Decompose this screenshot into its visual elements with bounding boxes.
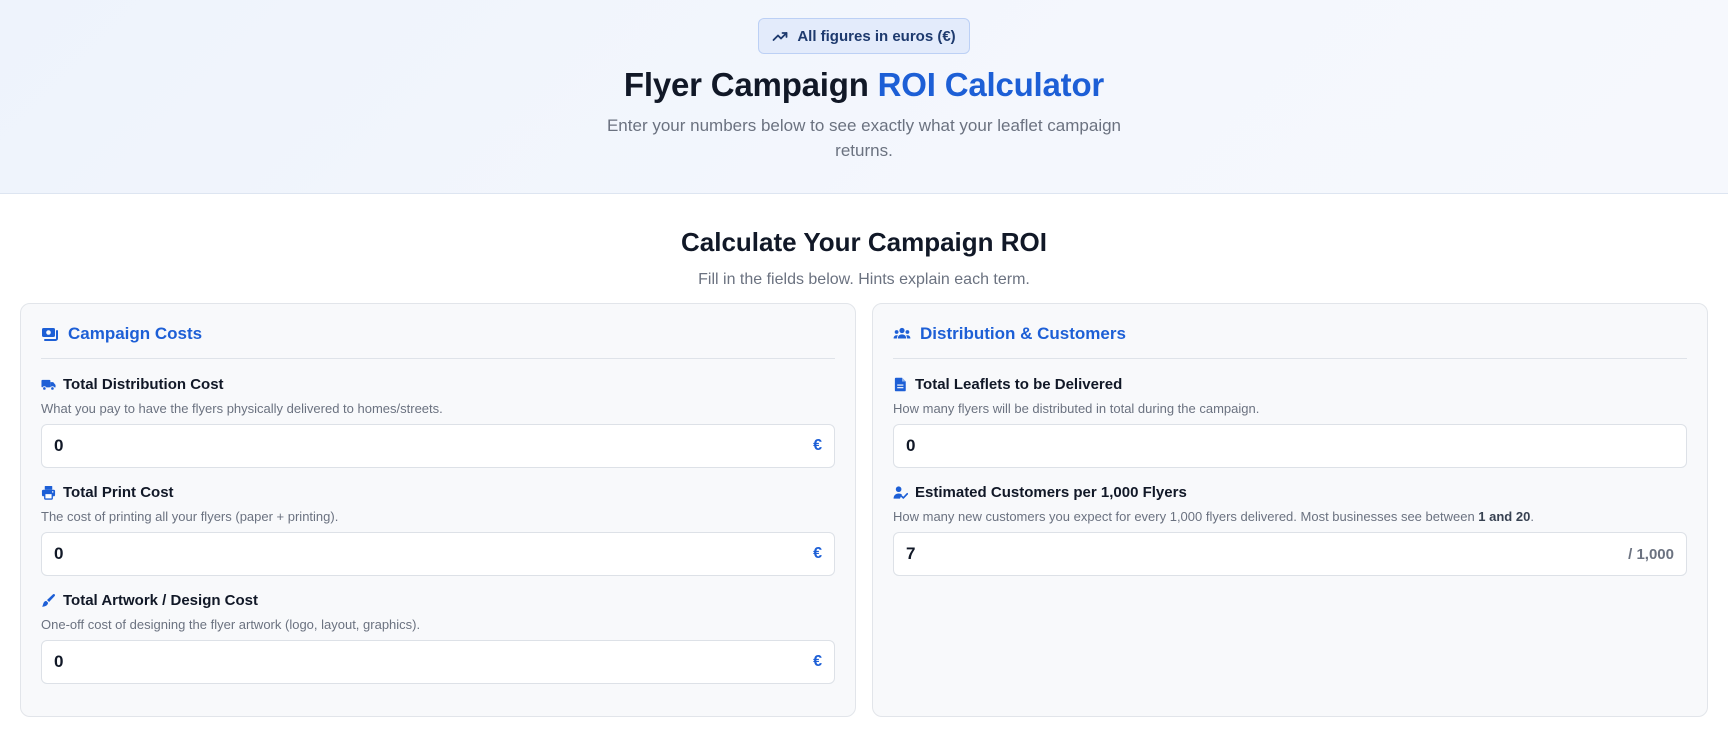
customers-per-thousand-hint: How many new customers you expect for ev…: [893, 509, 1687, 524]
print-cost-input-wrap[interactable]: €: [41, 532, 835, 576]
campaign-costs-title: Campaign Costs: [68, 324, 203, 343]
artwork-cost-label-text: Total Artwork / Design Cost: [63, 592, 259, 609]
distribution-cost-input-wrap[interactable]: €: [41, 424, 835, 468]
calculator-cards: Campaign Costs Total Distribution Cost W…: [0, 303, 1728, 717]
customers-hint-prefix: How many new customers you expect for ev…: [893, 509, 1479, 524]
section-subtitle: Fill in the fields below. Hints explain …: [698, 271, 1030, 288]
campaign-costs-header: Campaign Costs: [41, 324, 835, 359]
leaflets-hint: How many flyers will be distributed in t…: [893, 401, 1260, 416]
distribution-cost-field: Total Distribution Cost What you pay to …: [41, 376, 835, 468]
page-title: Flyer Campaign ROI Calculator: [624, 66, 1104, 104]
printer-icon: [41, 485, 56, 500]
per-thousand-suffix: / 1,000: [1628, 545, 1674, 563]
print-cost-label-text: Total Print Cost: [63, 484, 174, 501]
leaflets-input-wrap[interactable]: [893, 424, 1687, 468]
artwork-cost-hint: One-off cost of designing the flyer artw…: [41, 617, 421, 632]
truck-icon: [41, 379, 56, 391]
customers-per-thousand-field: Estimated Customers per 1,000 Flyers How…: [893, 484, 1687, 576]
leaflets-label-text: Total Leaflets to be Delivered: [915, 376, 1123, 393]
print-cost-field: Total Print Cost The cost of printing al…: [41, 484, 835, 576]
print-cost-hint: The cost of printing all your flyers (pa…: [41, 509, 339, 524]
artwork-cost-input-wrap[interactable]: €: [41, 640, 835, 684]
euro-suffix: €: [813, 437, 822, 454]
document-icon: [894, 377, 906, 392]
campaign-costs-card: Campaign Costs Total Distribution Cost W…: [20, 303, 856, 717]
section-title: Calculate Your Campaign ROI: [680, 227, 1047, 257]
print-cost-input[interactable]: [54, 544, 814, 564]
artwork-cost-label: Total Artwork / Design Cost: [41, 592, 835, 609]
customers-per-thousand-input-wrap[interactable]: / 1,000: [893, 532, 1687, 576]
distribution-cost-input[interactable]: [54, 436, 814, 456]
distribution-cost-hint: What you pay to have the flyers physical…: [41, 401, 443, 416]
leaflets-field: Total Leaflets to be Delivered How many …: [893, 376, 1687, 468]
paint-brush-icon: [42, 593, 56, 607]
page-subtitle: Enter your numbers below to see exactly …: [606, 116, 1122, 160]
trending-up-icon: [772, 32, 788, 41]
distribution-customers-title: Distribution & Customers: [920, 324, 1126, 343]
customers-per-thousand-label: Estimated Customers per 1,000 Flyers: [893, 484, 1687, 501]
leaflets-label: Total Leaflets to be Delivered: [893, 376, 1687, 393]
distribution-cost-label: Total Distribution Cost: [41, 376, 835, 393]
euro-suffix: €: [813, 653, 822, 670]
distribution-customers-card: Distribution & Customers Total Leaflets …: [872, 303, 1708, 717]
leaflets-input[interactable]: [906, 436, 1674, 456]
page-title-main: Flyer Campaign: [623, 66, 878, 103]
print-cost-label: Total Print Cost: [41, 484, 835, 501]
money-bill-icon: [42, 328, 58, 341]
customers-per-thousand-input[interactable]: [906, 544, 1629, 564]
currency-badge: All figures in euros (€): [758, 18, 970, 54]
distribution-cost-label-text: Total Distribution Cost: [63, 376, 224, 393]
distribution-customers-header: Distribution & Customers: [893, 324, 1687, 359]
euro-suffix: €: [813, 545, 822, 562]
users-icon: [893, 327, 911, 339]
calculator-section-header: Calculate Your Campaign ROI Fill in the …: [0, 194, 1728, 289]
artwork-cost-field: Total Artwork / Design Cost One-off cost…: [41, 592, 835, 684]
user-check-icon: [893, 486, 908, 499]
customers-hint-suffix: .: [1530, 509, 1534, 524]
currency-badge-text: All figures in euros (€): [797, 27, 956, 45]
page-title-accent: ROI Calculator: [877, 66, 1105, 103]
customers-per-thousand-label-text: Estimated Customers per 1,000 Flyers: [915, 484, 1187, 501]
customers-hint-range: 1 and 20: [1478, 509, 1531, 524]
hero-banner: All figures in euros (€) Flyer Campaign …: [0, 0, 1728, 194]
artwork-cost-input[interactable]: [54, 652, 814, 672]
